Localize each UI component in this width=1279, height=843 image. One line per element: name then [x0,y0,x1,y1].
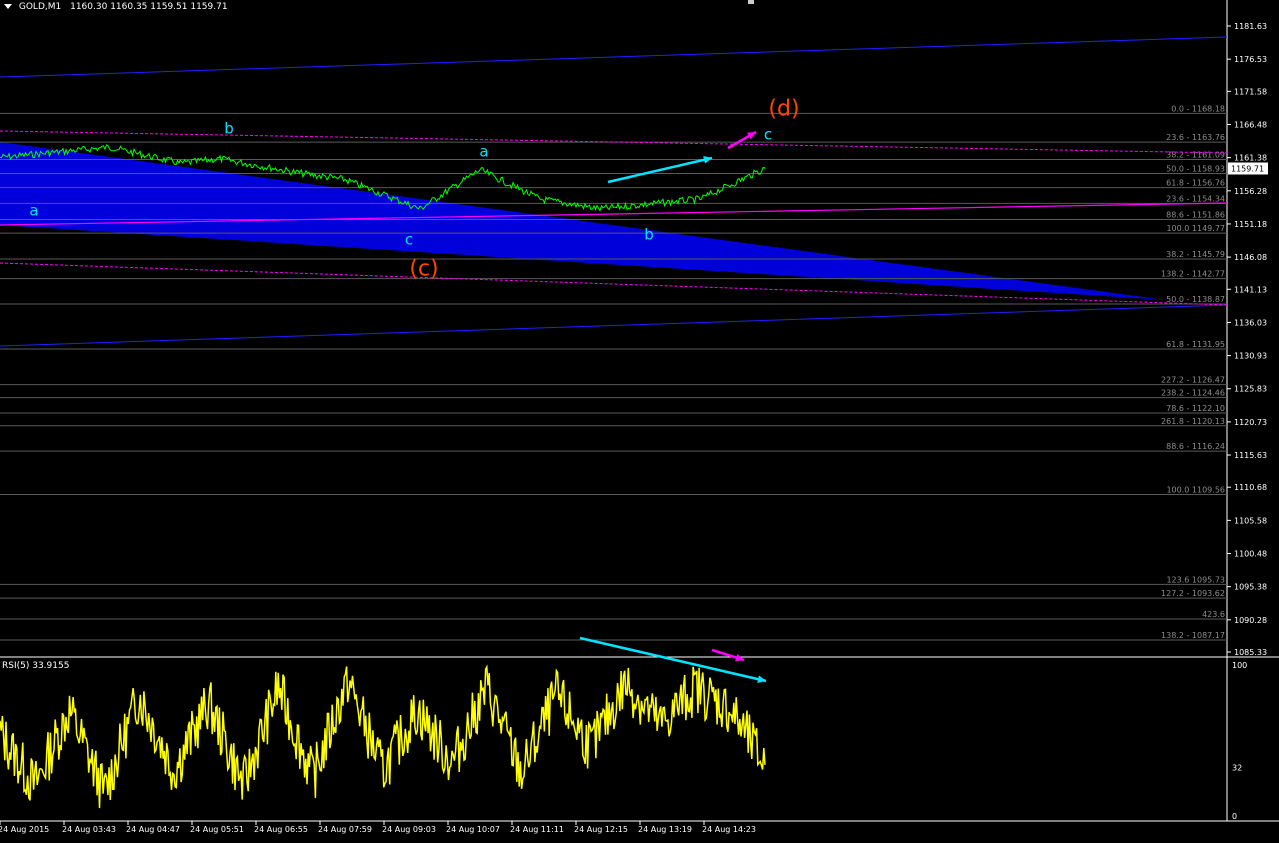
fib-label: 261.8 - 1120.13 [1161,417,1225,426]
time-tick-label: 24 Aug 14:23 [702,825,756,834]
rsi-tick-label: 100 [1232,661,1247,670]
time-tick-label: 24 Aug 07:59 [318,825,372,834]
time-tick-label: 24 Aug 11:11 [510,825,564,834]
price-tick-label: 1146.08 [1234,253,1267,262]
fib-label: 227.2 - 1126.47 [1161,376,1225,385]
dropdown-arrow-icon[interactable] [4,4,12,9]
price-tick-label: 1105.58 [1234,516,1267,525]
price-tick-label: 1095.38 [1234,583,1267,592]
fib-label: 138.2 - 1087.17 [1161,631,1225,640]
time-tick-label: 24 Aug 03:43 [62,825,116,834]
time-tick-label: 24 Aug 10:07 [446,825,500,834]
price-tick-label: 1136.03 [1234,318,1267,327]
price-tick-label: 1181.63 [1234,22,1267,31]
time-tick-label: 24 Aug 12:15 [574,825,628,834]
wave-label: a [479,142,488,160]
fib-label: 100.0 1149.77 [1166,224,1225,233]
wave-label: b [644,225,654,243]
rsi-tick-label: 32 [1232,764,1242,773]
fib-label: 61.8 - 1156.76 [1166,179,1225,188]
rsi-header: RSI(5) 33.9155 [2,661,70,671]
chart-svg: 0.0 - 1168.1823.6 - 1163.7638.2 - 1161.0… [0,0,1279,839]
fib-label: 61.8 - 1131.95 [1166,340,1225,349]
fib-label: 238.2 - 1124.46 [1161,389,1225,398]
price-tick-label: 1141.13 [1234,285,1267,294]
ohlc-values: 1160.30 1160.35 1159.51 1159.71 [70,2,228,12]
fib-label: 88.6 - 1116.24 [1166,442,1225,451]
time-tick-label: 24 Aug 13:19 [638,825,692,834]
price-tick-label: 1115.63 [1234,451,1267,460]
wave-label: c [764,125,772,143]
fib-label: 38.2 - 1145.79 [1166,250,1225,259]
price-tick-label: 1161.38 [1234,154,1267,163]
price-tick-label: 1085.33 [1234,648,1267,657]
fib-label: 78.6 - 1122.10 [1166,404,1225,413]
price-tick-label: 1156.28 [1234,187,1267,196]
price-tick-label: 1151.18 [1234,220,1267,229]
wave-label: a [29,201,38,219]
rsi-tick-label: 0 [1232,812,1237,821]
time-tick-label: 24 Aug 06:55 [254,825,308,834]
price-tick-label: 1166.48 [1234,120,1267,129]
time-tick-label: 24 Aug 04:47 [126,825,180,834]
wave-label: (d) [768,97,799,122]
price-tick-label: 1125.83 [1234,385,1267,394]
fib-label: 123.6 1095.73 [1166,575,1225,584]
price-tick-label: 1171.58 [1234,87,1267,96]
price-tick-label: 1110.68 [1234,483,1267,492]
price-tick-label: 1090.28 [1234,616,1267,625]
fib-label: 23.6 - 1163.76 [1166,133,1225,142]
chart-header[interactable]: GOLD,M1 1160.30 1160.35 1159.51 1159.71 [4,2,228,12]
fib-label: 50.0 - 1158.93 [1166,165,1225,174]
price-tick-label: 1176.53 [1234,55,1267,64]
current-price-label: 1159.71 [1231,164,1264,173]
price-tick-label: 1100.48 [1234,550,1267,559]
symbol-label: GOLD,M1 [18,2,62,12]
wave-label: c [405,230,413,248]
fib-label: 423.6 [1202,610,1225,619]
fib-label: 50.0 - 1138.87 [1166,295,1225,304]
fib-label: 138.2 - 1142.77 [1161,270,1225,279]
price-tick-label: 1130.93 [1234,352,1267,361]
fib-label: 88.6 - 1151.86 [1166,211,1225,220]
time-tick-label: 24 Aug 09:03 [382,825,436,834]
fib-label: 100.0 1109.56 [1166,485,1225,494]
fib-label: 23.6 - 1154.34 [1166,194,1225,203]
wave-label: (c) [409,257,438,282]
time-tick-label: 24 Aug 05:51 [190,825,244,834]
wave-label: b [224,119,234,137]
fib-label: 0.0 - 1168.18 [1171,104,1225,113]
fib-label: 127.2 - 1093.62 [1161,589,1225,598]
price-tick-label: 1120.73 [1234,418,1267,427]
top-marker [748,0,754,4]
time-tick-label: 24 Aug 2015 [0,825,49,834]
chart-root: 0.0 - 1168.18 23.6 - 1163.76 38.2 - 1161.0… [0,0,1279,839]
